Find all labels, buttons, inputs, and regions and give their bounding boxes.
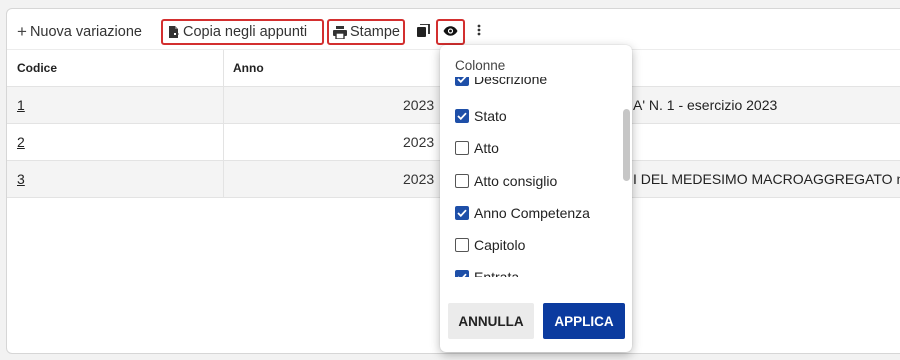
columns-list-scrollbar[interactable] <box>623 109 630 181</box>
columns-list: Descrizione Stato Atto Atto consiglio An… <box>440 77 632 277</box>
column-option-label: Descrizione <box>474 77 548 87</box>
cell-separator <box>223 161 224 197</box>
column-option-label: Atto <box>474 140 499 156</box>
plus-icon: + <box>17 22 27 41</box>
checkbox-unchecked-icon[interactable] <box>455 174 469 188</box>
column-header-code[interactable]: Codice <box>17 50 57 86</box>
row-year: 2023 <box>403 171 435 187</box>
toolbar: + Nuova variazione Copia negli appunti S… <box>7 9 900 49</box>
checkbox-unchecked-icon[interactable] <box>455 238 469 252</box>
print-label: Stampe <box>350 24 400 40</box>
columns-menu: Colonne Descrizione Stato Atto Atto cons… <box>440 45 632 352</box>
copy-to-clipboard-button[interactable]: Copia negli appunti <box>161 19 324 45</box>
column-header-year[interactable]: Anno <box>233 50 264 86</box>
row-description: A' N. 1 - esercizio 2023 <box>633 97 778 113</box>
row-code-link[interactable]: 1 <box>17 87 25 123</box>
column-option-stato[interactable]: Stato <box>455 105 507 127</box>
new-variation-button[interactable]: + Nuova variazione <box>17 19 142 45</box>
cell-separator <box>223 124 224 160</box>
new-variation-label: Nuova variazione <box>29 24 142 40</box>
column-option-label: Capitolo <box>474 237 526 253</box>
column-option-anno-competenza[interactable]: Anno Competenza <box>455 202 590 224</box>
row-code-link[interactable]: 2 <box>17 124 25 160</box>
column-option-label: Atto consiglio <box>474 173 558 189</box>
column-option-capitolo[interactable]: Capitolo <box>455 234 525 256</box>
column-option-descrizione[interactable]: Descrizione <box>455 77 547 90</box>
more-options-button[interactable] <box>470 19 488 45</box>
print-button[interactable]: Stampe <box>327 19 405 45</box>
columns-menu-title: Colonne <box>455 58 506 73</box>
row-year: 2023 <box>403 97 435 113</box>
copy-icon <box>416 22 430 41</box>
checkbox-checked-icon[interactable] <box>455 109 469 123</box>
eye-icon <box>443 24 458 40</box>
column-option-label: Entrata <box>474 269 520 277</box>
column-separator <box>223 50 224 86</box>
more-vertical-icon <box>477 24 481 40</box>
apply-button[interactable]: APPLICA <box>543 303 625 339</box>
column-option-label: Anno Competenza <box>474 205 590 221</box>
column-option-atto[interactable]: Atto <box>455 137 499 159</box>
row-code-link[interactable]: 3 <box>17 161 25 197</box>
checkbox-checked-icon[interactable] <box>455 206 469 220</box>
column-option-entrata[interactable]: Entrata <box>455 266 519 277</box>
row-description: I DEL MEDESIMO MACROAGGREGATO n <box>633 171 900 187</box>
column-option-label: Stato <box>474 108 507 124</box>
copy-to-clipboard-label: Copia negli appunti <box>183 24 308 40</box>
column-option-atto-consiglio[interactable]: Atto consiglio <box>455 170 557 192</box>
checkbox-unchecked-icon[interactable] <box>455 141 469 155</box>
printer-icon <box>333 25 347 39</box>
checkbox-checked-icon[interactable] <box>455 77 469 86</box>
cancel-button[interactable]: ANNULLA <box>448 303 534 339</box>
columns-visibility-button[interactable] <box>436 19 465 45</box>
cell-separator <box>223 87 224 123</box>
duplicate-button[interactable] <box>411 19 435 45</box>
clipboard-copy-icon <box>167 25 180 39</box>
row-year: 2023 <box>403 134 435 150</box>
checkbox-checked-icon[interactable] <box>455 270 469 277</box>
